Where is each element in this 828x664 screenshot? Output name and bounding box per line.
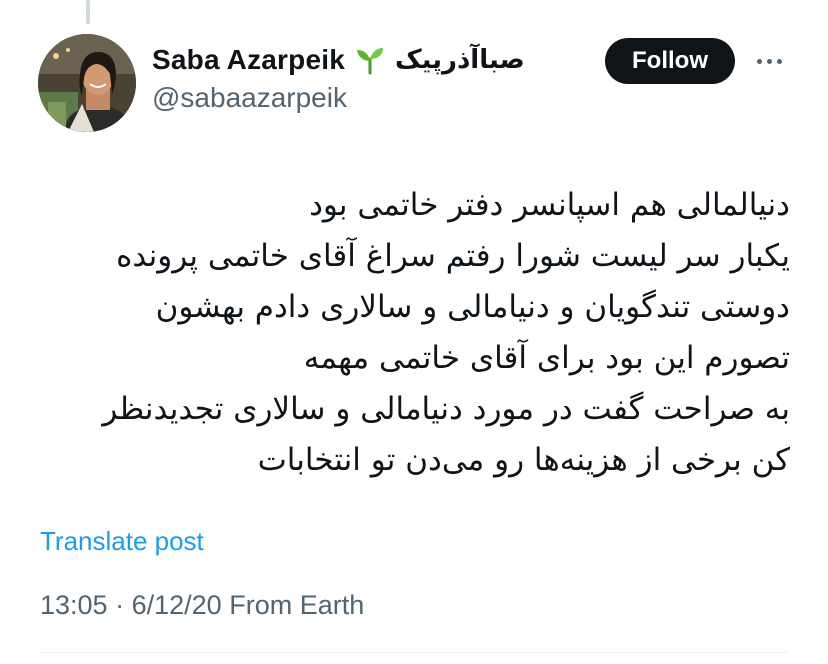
author-display-name-persian[interactable]: صباآذرپیک bbox=[395, 45, 525, 75]
avatar[interactable] bbox=[38, 34, 136, 132]
avatar-photo bbox=[38, 34, 136, 132]
sprout-icon bbox=[355, 45, 385, 75]
tweet-text: دنیالمالی هم اسپانسر دفتر خاتمی بود یکبا… bbox=[30, 180, 790, 486]
author-display-name[interactable]: Saba Azarpeik bbox=[152, 44, 345, 76]
divider bbox=[40, 652, 788, 653]
meta-separator: · bbox=[115, 590, 125, 620]
tweet-text-line: تصورم این بود برای آقای خاتمی مهمه bbox=[303, 340, 790, 376]
tweet-text-line: دوستی تندگویان و دنیامالی و سالاری دادم … bbox=[155, 289, 790, 325]
author-name-row[interactable]: Saba Azarpeik صباآذرپیک bbox=[152, 40, 525, 80]
tweet-text-line: یکبار سر لیست شورا رفتم سراغ آقای خاتمی … bbox=[116, 238, 790, 274]
tweet-date[interactable]: 6/12/20 bbox=[132, 590, 222, 620]
tweet-source: From Earth bbox=[229, 590, 365, 620]
tweet-text-line: به صراحت گفت در مورد دنیامالی و سالاری ت… bbox=[102, 391, 790, 427]
tweet-text-line: کن برخی از هزینه‌ها رو می‌دن تو انتخابات bbox=[257, 442, 790, 478]
follow-button[interactable]: Follow bbox=[605, 38, 735, 84]
author-handle[interactable]: @sabaazarpeik bbox=[152, 82, 347, 114]
tweet-text-line: دنیالمالی هم اسپانسر دفتر خاتمی بود bbox=[309, 187, 790, 223]
tweet-metadata: 13:05 · 6/12/20 From Earth bbox=[40, 590, 364, 621]
tweet-time[interactable]: 13:05 bbox=[40, 590, 108, 620]
thread-connector-line bbox=[86, 0, 90, 24]
more-horizontal-icon[interactable] bbox=[752, 47, 786, 75]
translate-post-link[interactable]: Translate post bbox=[40, 526, 204, 557]
